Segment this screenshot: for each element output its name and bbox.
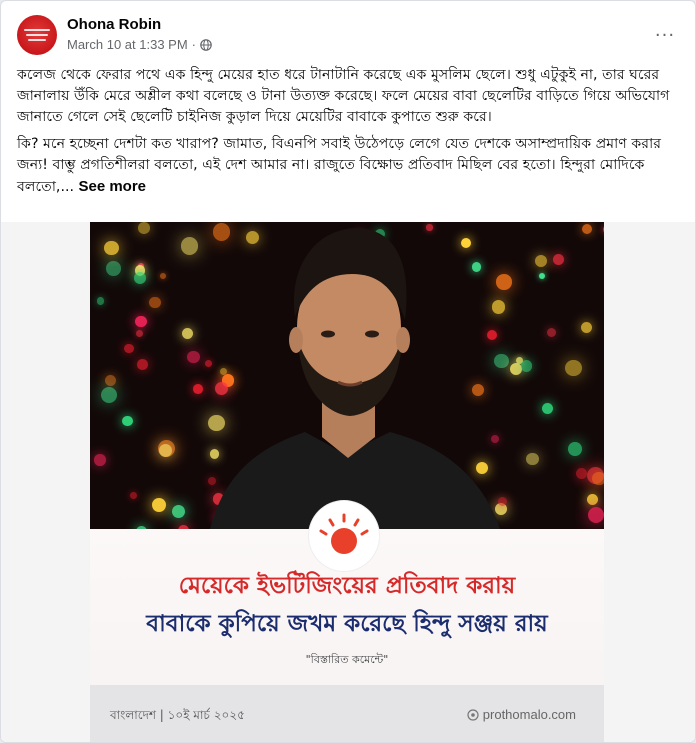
person-figure <box>210 228 500 529</box>
news-source: prothomalo.com <box>467 707 576 722</box>
post-meta: March 10 at 1:33 PM · <box>67 37 212 52</box>
meta-separator: · <box>191 37 197 52</box>
post-media[interactable]: মেয়েকে ইভটিজিংয়ের প্রতিবাদ করায় বাবাক… <box>1 222 695 742</box>
see-more-link[interactable]: See more <box>78 178 146 195</box>
post-text: কলেজ থেকে ফেরার পথে এক হিন্দু মেয়ের হাত… <box>17 65 681 204</box>
avatar[interactable] <box>17 15 57 55</box>
news-source-domain: prothomalo.com <box>482 707 576 722</box>
news-headline-line2: বাবাকে কুপিয়ে জখম করেছে হিন্দু সঞ্জয় র… <box>146 611 548 637</box>
more-options-button[interactable]: ··· <box>651 21 679 49</box>
news-photo <box>90 222 604 529</box>
prothomalo-logo <box>309 501 379 571</box>
post-timestamp[interactable]: March 10 at 1:33 PM <box>67 37 188 52</box>
news-headline-line1: মেয়েকে ইভটিজিংয়ের প্রতিবাদ করায় <box>178 573 516 599</box>
author-name[interactable]: Ohona Robin <box>67 16 161 33</box>
details-note: "বিস্তারিত কমেন্টে" <box>305 653 389 666</box>
globe-icon <box>200 38 212 51</box>
post-paragraph: কি? মনে হচ্ছেনা দেশটা কত খারাপ? জামাত, ব… <box>17 134 681 198</box>
news-dateline: বাংলাদেশ | ১০ই মার্চ ২০২৫ <box>110 708 245 722</box>
post-header: Ohona Robin March 10 at 1:33 PM · ··· <box>17 15 679 59</box>
post-paragraph: কলেজ থেকে ফেরার পথে এক হিন্দু মেয়ের হাত… <box>17 67 670 125</box>
post-card: Ohona Robin March 10 at 1:33 PM · ··· কল… <box>0 0 696 743</box>
sun-logo-icon <box>319 513 369 554</box>
news-source-bar: বাংলাদেশ | ১০ই মার্চ ২০২৫ prothomalo.com <box>90 685 604 742</box>
link-icon <box>467 708 479 721</box>
